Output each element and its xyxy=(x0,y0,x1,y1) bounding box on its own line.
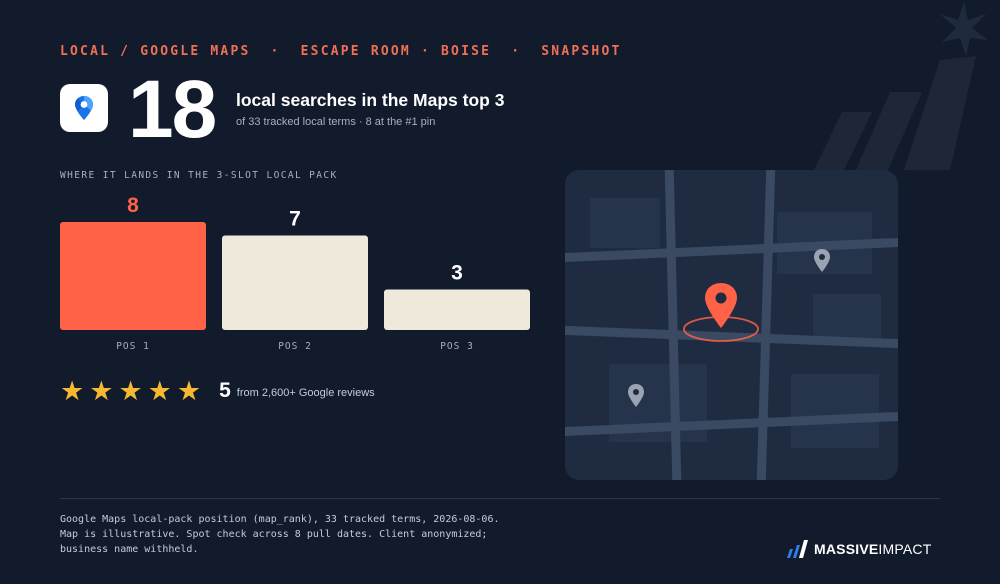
category-tick-label: POS 3 xyxy=(440,341,474,352)
bar-value-label: 8 xyxy=(127,194,139,217)
star-icon: ★ xyxy=(176,375,202,406)
category-tick-label: POS 1 xyxy=(116,341,150,352)
headline-subtext: of 33 tracked local terms · 8 at the #1 … xyxy=(236,116,436,128)
footnote-line: Map is illustrative. Spot check across 8… xyxy=(60,529,488,540)
bar-pos-2 xyxy=(222,235,368,330)
decorative-bars-burst-icon xyxy=(814,2,988,170)
star-icon: ★ xyxy=(118,375,143,406)
bar-value-label: 7 xyxy=(289,208,301,231)
bar-chart-logo-icon xyxy=(787,540,808,558)
bar-pos-1 xyxy=(60,222,206,330)
footnote-line: Google Maps local-pack position (map_ran… xyxy=(60,514,500,525)
star-rating: ★ ★ ★ ★ ★ xyxy=(60,375,202,406)
local-pack-bar-chart: 8 POS 1 7 POS 2 3 POS 3 xyxy=(60,194,530,352)
brand-name-part-1: MASSIVE xyxy=(814,541,879,557)
footnote-line: business name withheld. xyxy=(60,544,199,555)
bar-pos-3 xyxy=(384,289,530,330)
rating-caption: from 2,600+ Google reviews xyxy=(236,387,375,399)
footnote: Google Maps local-pack position (map_ran… xyxy=(60,512,580,557)
google-maps-app-icon xyxy=(60,84,108,132)
headline-number: 18 xyxy=(128,64,217,155)
eyebrow-label: LOCAL / GOOGLE MAPS · ESCAPE ROOM · BOIS… xyxy=(60,44,622,59)
brand-logo: MASSIVEIMPACT xyxy=(786,537,931,561)
star-icon: ★ xyxy=(147,375,172,406)
star-icon: ★ xyxy=(89,375,114,406)
rating-value: 5 xyxy=(219,379,231,402)
star-icon: ★ xyxy=(60,375,85,406)
google-maps-pin-icon xyxy=(75,96,93,120)
brand-name: MASSIVEIMPACT xyxy=(814,541,931,557)
headline-text: local searches in the Maps top 3 xyxy=(236,90,505,110)
snapshot-card: LOCAL / GOOGLE MAPS · ESCAPE ROOM · BOIS… xyxy=(0,0,1000,584)
bar-value-label: 3 xyxy=(451,262,463,285)
footer-divider xyxy=(60,498,940,499)
map-illustration xyxy=(565,170,898,480)
brand-name-part-2: IMPACT xyxy=(878,541,932,557)
category-tick-label: POS 2 xyxy=(278,341,312,352)
review-rating: ★ ★ ★ ★ ★ 5 from 2,600+ Google reviews xyxy=(60,376,375,406)
